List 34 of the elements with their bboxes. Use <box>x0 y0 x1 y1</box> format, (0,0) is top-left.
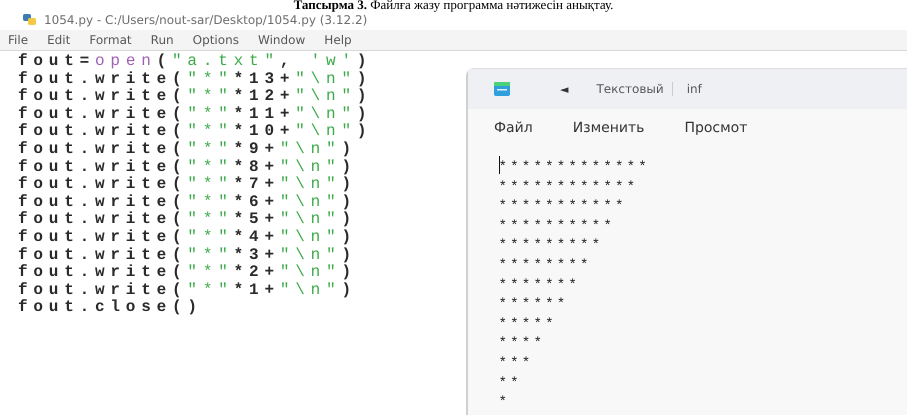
tab-title[interactable]: Текстовый <box>596 82 673 96</box>
code-line: fout.write("*"*10+"\n") <box>18 123 372 141</box>
tab-title[interactable]: inf <box>686 82 702 96</box>
window-title: 1054.py - C:/Users/nout-sar/Desktop/1054.py (3.12.2) <box>44 13 368 27</box>
code-line: fout.write("*"*3+"\n") <box>18 246 357 264</box>
code-line: fout=open("a.txt", 'w') <box>18 53 372 71</box>
notepad-icon <box>494 82 510 96</box>
menu-item[interactable]: Просмот <box>684 120 748 136</box>
menu-item[interactable]: Run <box>150 33 174 47</box>
caption-text: Тапсырма 3. Файлға жазу программа нәтижесін анықтау. <box>294 0 614 10</box>
menu-item[interactable]: Window <box>258 33 306 47</box>
code-line: fout.write("*"*8+"\n") <box>18 158 357 176</box>
menu-item[interactable]: Format <box>89 33 132 47</box>
menu-item[interactable]: Edit <box>47 33 70 47</box>
code-line: fout.write("*"*2+"\n") <box>18 264 357 282</box>
code-line: fout.write("*"*9+"\n") <box>18 140 357 159</box>
code-line: fout.close() <box>18 299 203 317</box>
menu-item[interactable]: Help <box>324 33 352 47</box>
code-line: fout.write("*"*1+"\n") <box>18 282 357 299</box>
code-line: fout.write("*"*5+"\n") <box>18 211 357 229</box>
document-text: ************* ************ *********** ********** ********* ******** ******* ****** ***** **** *** ** * <box>500 156 652 410</box>
code-line: fout.write("*"*6+"\n") <box>18 194 357 211</box>
menu-item[interactable]: Файл <box>494 120 533 136</box>
back-button[interactable]: ◄ <box>560 82 568 96</box>
python-icon <box>22 13 38 27</box>
menu-item[interactable]: File <box>8 33 28 47</box>
code-line: fout.write("*"*4+"\n") <box>18 228 357 247</box>
code-line: fout.write("*"*7+"\n") <box>18 176 357 194</box>
code-line: fout.write("*"*12+"\n") <box>18 88 372 106</box>
text-cursor <box>499 156 500 174</box>
menu-item[interactable]: Options <box>192 33 239 47</box>
code-line: fout.write("*"*13+"\n") <box>18 70 372 88</box>
code-line: fout.write("*"*11+"\n") <box>18 106 372 123</box>
menu-item[interactable]: Изменить <box>572 120 644 136</box>
